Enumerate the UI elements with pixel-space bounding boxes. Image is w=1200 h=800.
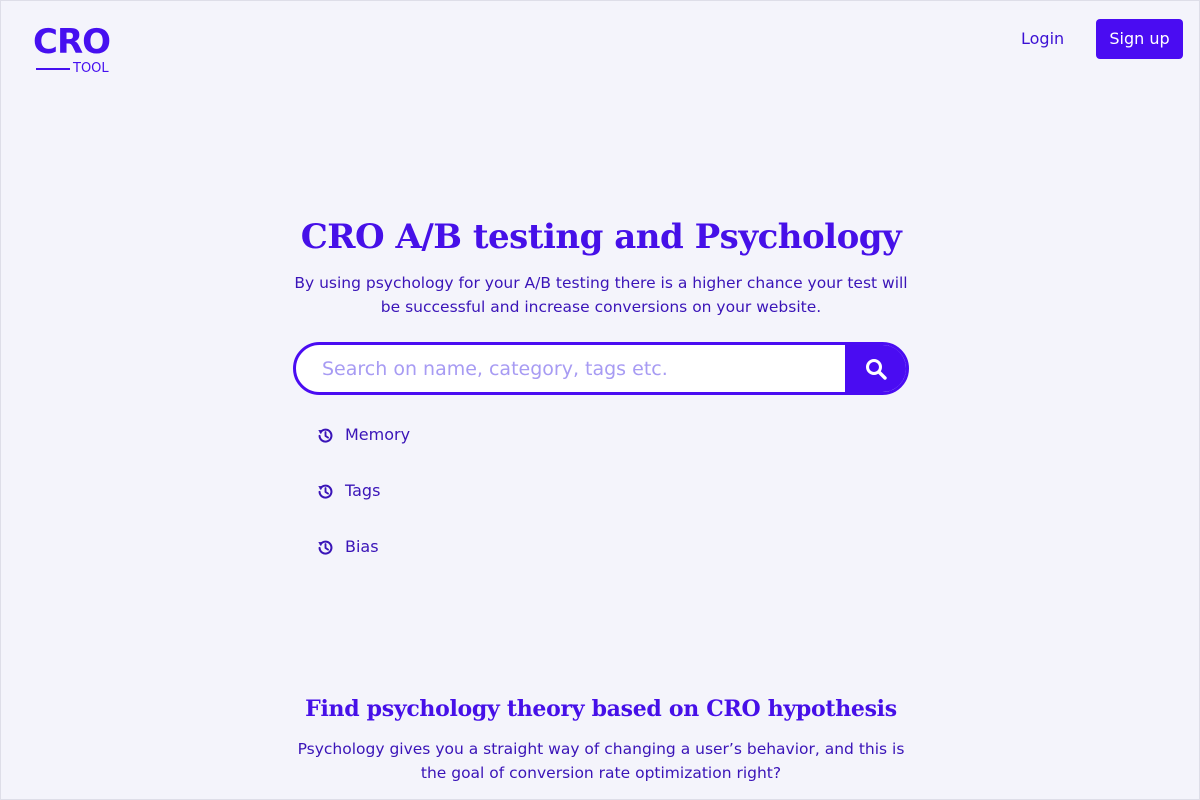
- history-icon: [318, 428, 333, 443]
- search-icon: [865, 358, 887, 380]
- search-bar: [293, 342, 909, 395]
- recent-search-item[interactable]: Memory: [317, 423, 410, 447]
- section-title: Find psychology theory based on CRO hypo…: [305, 696, 897, 722]
- logo-subline: TOOL: [33, 62, 113, 76]
- search-button[interactable]: [845, 345, 906, 392]
- recent-search-label: Tags: [345, 481, 381, 500]
- logo[interactable]: CRO TOOL: [33, 25, 113, 77]
- search-input[interactable]: [296, 345, 848, 392]
- recent-search-label: Bias: [345, 537, 379, 556]
- recent-search-item[interactable]: Bias: [317, 535, 379, 559]
- recent-search-item[interactable]: Tags: [317, 479, 380, 503]
- logo-wordmark: CRO: [33, 22, 111, 62]
- history-icon: [318, 484, 333, 499]
- hero-subtitle: By using psychology for your A/B testing…: [294, 274, 908, 316]
- history-icon: [318, 540, 333, 555]
- logo-subtitle: TOOL: [73, 61, 109, 76]
- signup-button[interactable]: Sign up: [1096, 19, 1183, 59]
- logo-divider: [36, 68, 70, 70]
- page-title: CRO A/B testing and Psychology: [300, 217, 902, 257]
- recent-search-label: Memory: [345, 425, 411, 444]
- section-subtitle: Psychology gives you a straight way of c…: [297, 740, 905, 782]
- login-link[interactable]: Login: [1021, 28, 1064, 50]
